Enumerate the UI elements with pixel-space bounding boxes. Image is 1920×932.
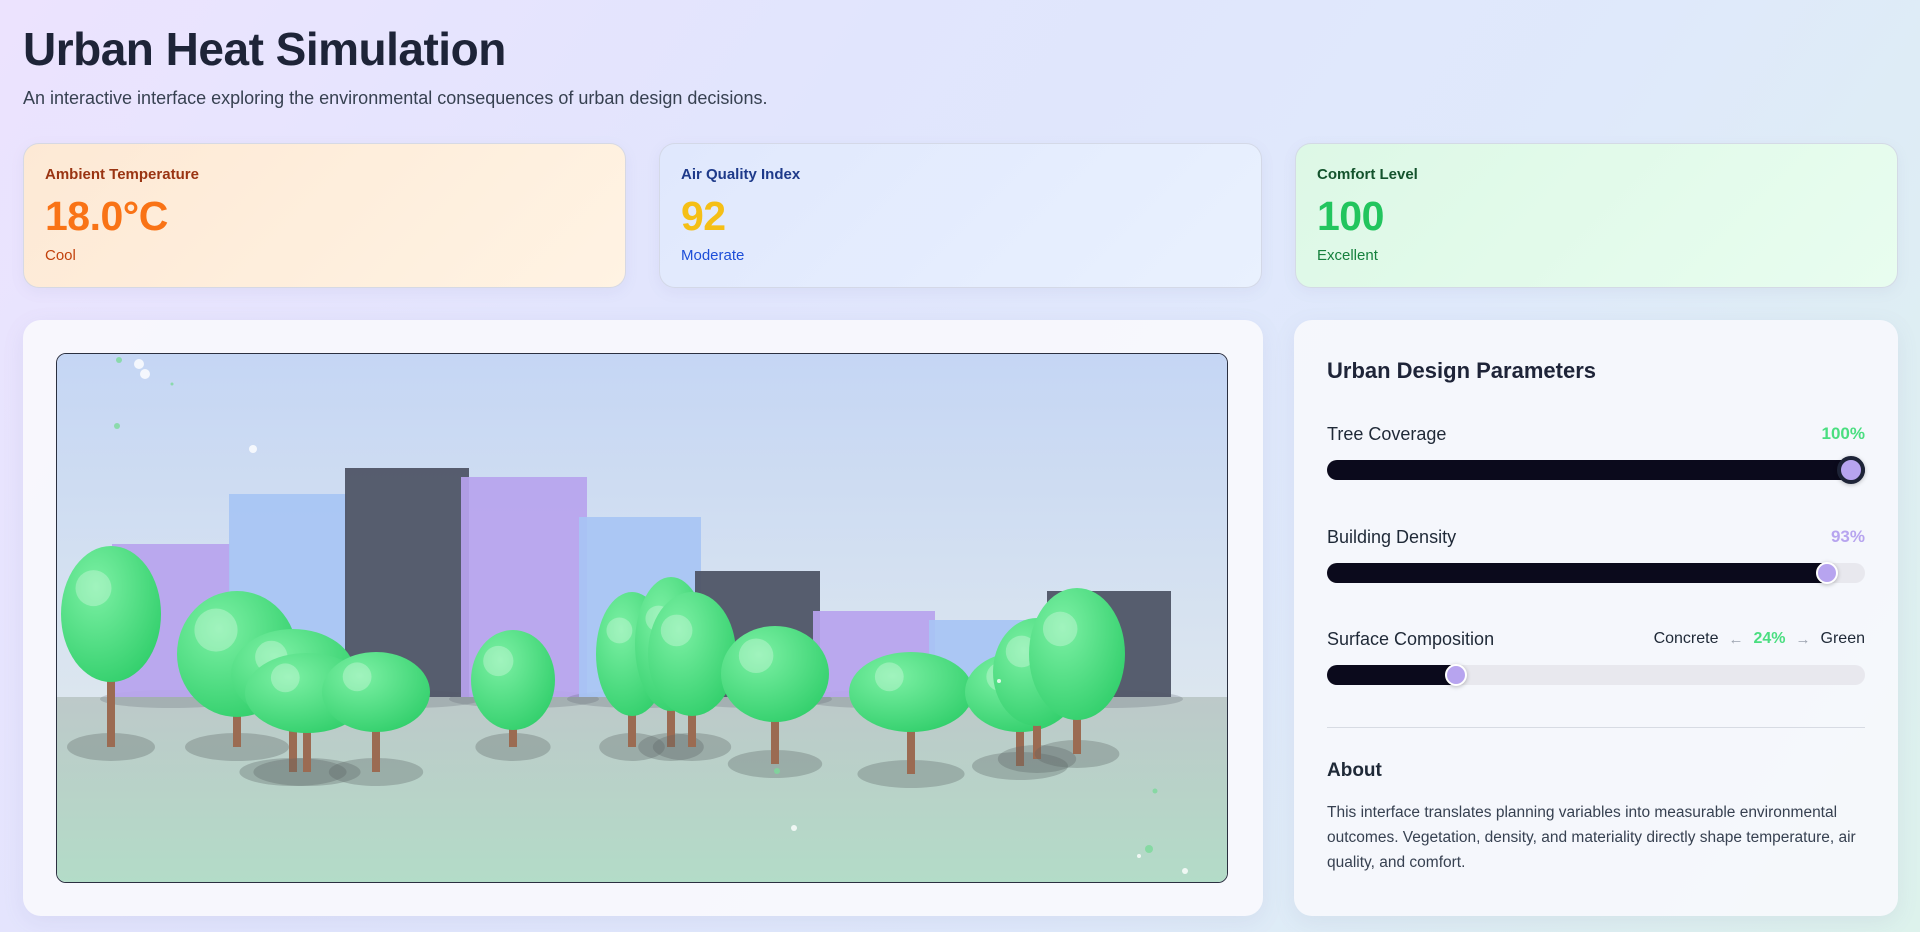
temperature-value: 18.0°C <box>45 193 168 239</box>
surface-composition-control: Surface Composition Concrete ← 24% → Gre… <box>1327 627 1865 686</box>
tree-coverage-control: Tree Coverage 100% <box>1327 422 1865 484</box>
about-text: This interface translates planning varia… <box>1327 804 1856 871</box>
temperature-status: Cool <box>45 247 76 264</box>
building-density-thumb[interactable] <box>1816 562 1839 584</box>
page: Urban Heat Simulation An interactive int… <box>23 0 1898 932</box>
particle <box>1182 868 1188 874</box>
temperature-card: Ambient Temperature 18.0°C Cool <box>23 143 626 288</box>
particle <box>249 445 257 453</box>
tree-coverage-fill <box>1327 460 1865 480</box>
particle <box>170 382 174 386</box>
surface-composition-legend: Concrete ← 24% → Green <box>1654 630 1865 648</box>
particle <box>114 423 120 429</box>
tree-canopy <box>1029 588 1125 720</box>
air-quality-card: Air Quality Index 92 Moderate <box>659 143 1262 288</box>
building-density-slider[interactable] <box>1327 562 1865 584</box>
particle <box>116 357 122 363</box>
surface-composition-thumb[interactable] <box>1445 664 1468 686</box>
city-scene <box>56 353 1228 883</box>
tree-coverage-value: 100% <box>1821 424 1865 443</box>
building-density-value: 93% <box>1830 527 1865 546</box>
green-label: Green <box>1820 630 1865 647</box>
comfort-label: Comfort Level <box>1317 166 1418 183</box>
particle <box>997 679 1001 683</box>
building-density-label: Building Density <box>1327 526 1457 547</box>
building-density-control: Building Density 93% <box>1327 525 1865 584</box>
about-title: About <box>1327 760 1382 781</box>
air-quality-value: 92 <box>681 193 726 239</box>
surface-composition-slider[interactable] <box>1327 664 1865 686</box>
tree-canopy <box>322 652 430 732</box>
tree-canopy <box>849 652 973 732</box>
parameters-panel: Urban Design Parameters Tree Coverage 10… <box>1294 320 1898 916</box>
surface-composition-label: Surface Composition <box>1327 628 1495 649</box>
comfort-card: Comfort Level 100 Excellent <box>1295 143 1898 288</box>
air-quality-status: Moderate <box>681 247 745 264</box>
comfort-status: Excellent <box>1317 247 1378 264</box>
particle <box>1152 788 1158 794</box>
parameters-title: Urban Design Parameters <box>1327 358 1596 383</box>
surface-composition-value: 24% <box>1753 630 1786 647</box>
temperature-label: Ambient Temperature <box>45 166 199 183</box>
tree-canopy <box>648 592 736 716</box>
concrete-label: Concrete <box>1653 630 1719 647</box>
arrow-left-icon: ← <box>1728 630 1744 648</box>
arrow-right-icon: → <box>1795 630 1811 648</box>
tree-canopy <box>721 626 829 722</box>
tree-canopy <box>61 546 161 682</box>
ground <box>57 697 1227 882</box>
air-quality-label: Air Quality Index <box>681 166 801 183</box>
particle <box>134 359 144 369</box>
tree-coverage-slider[interactable] <box>1327 456 1865 484</box>
tree-coverage-label: Tree Coverage <box>1327 423 1447 444</box>
tree-canopy <box>471 630 555 730</box>
particle <box>774 768 780 774</box>
particle <box>1145 845 1153 853</box>
particle <box>140 369 150 379</box>
tree-coverage-thumb[interactable] <box>1837 456 1865 484</box>
city-scene-canvas <box>57 354 1227 882</box>
building-density-fill <box>1327 563 1838 583</box>
divider <box>1327 727 1865 728</box>
particle <box>791 825 797 831</box>
particle <box>1137 854 1141 858</box>
page-title: Urban Heat Simulation <box>23 23 506 75</box>
comfort-value: 100 <box>1317 193 1384 239</box>
scene-panel <box>23 320 1263 916</box>
page-subtitle: An interactive interface exploring the e… <box>23 88 768 108</box>
